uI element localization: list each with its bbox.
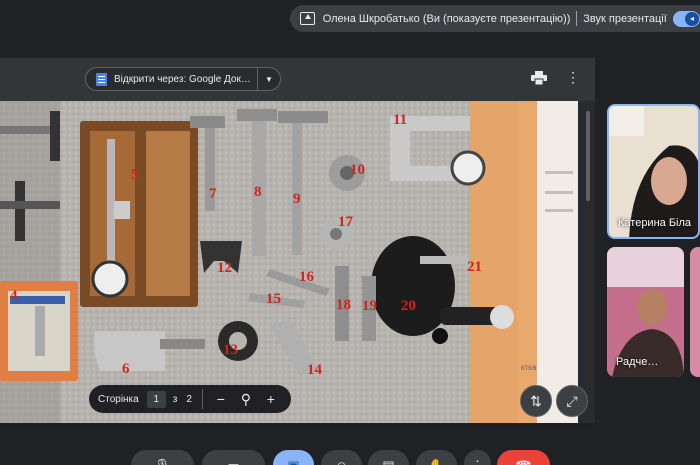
photo-label: 4 xyxy=(10,288,18,304)
presentation-audio-toggle[interactable]: ◂ xyxy=(672,10,700,27)
banner-divider xyxy=(576,11,578,26)
document-toolbar: Відкрити через: Google Док… ▼ ⋮ xyxy=(0,58,595,101)
presentation-audio-label: Звук презентації xyxy=(583,12,667,25)
hand-icon: ✋ xyxy=(428,458,444,465)
participant-name: Катерина Біла xyxy=(618,217,692,229)
more-vert-icon: ⋮ xyxy=(471,458,484,465)
emoji-icon: ☺ xyxy=(335,458,348,465)
total-pages: 2 xyxy=(186,393,192,405)
presentation-stage: Відкрити через: Google Док… ▼ ⋮ 5 7 8 9 … xyxy=(0,58,595,425)
photo-label: 5 xyxy=(131,167,139,183)
present-screen-icon xyxy=(300,12,315,25)
side-document-panel: ктка xyxy=(517,101,595,423)
side-document-preview: ктка xyxy=(517,101,578,423)
page-label: Сторінка xyxy=(98,393,139,405)
audio-icon: ◂ xyxy=(685,11,699,26)
end-call-button[interactable]: ☎ xyxy=(497,450,550,465)
pager-divider xyxy=(201,389,203,409)
print-icon[interactable] xyxy=(531,71,547,85)
participant-name: Радче… xyxy=(616,356,659,368)
presentation-banner: Олена Шкробатько (Ви (показуєте презента… xyxy=(290,5,700,32)
google-docs-icon xyxy=(96,72,107,86)
mic-icon: 🎙 xyxy=(154,458,171,465)
photo-label: 10 xyxy=(350,162,365,178)
open-with-label: Відкрити через: Google Док… xyxy=(114,73,251,85)
photo-label: 12 xyxy=(217,260,232,276)
chevron-down-icon[interactable]: ▼ xyxy=(258,75,280,84)
zoom-search-icon[interactable]: ⚲ xyxy=(239,391,253,408)
side-notes-label: ктка xyxy=(521,363,537,372)
photo-label: 16 xyxy=(299,269,315,285)
participant-tile[interactable]: Катерина Біла xyxy=(607,104,700,239)
page-navigator: Сторінка 1 з 2 − ⚲ + xyxy=(89,385,291,413)
photo-label: 17 xyxy=(338,214,354,230)
open-with-button[interactable]: Відкрити через: Google Док… ▼ xyxy=(85,67,281,91)
photo-label: 20 xyxy=(401,298,416,314)
side-doc-line xyxy=(545,171,573,174)
captions-icon: ▤ xyxy=(382,458,394,465)
participant-tile-partial[interactable] xyxy=(690,247,700,377)
present-button[interactable]: ▣ xyxy=(273,450,314,465)
photo-label: 21 xyxy=(467,259,482,275)
swap-layout-button[interactable]: ⇅ xyxy=(520,385,552,417)
photo-label: 19 xyxy=(362,298,377,314)
fullscreen-button[interactable]: ⤢ xyxy=(556,385,588,417)
captions-button[interactable]: ▤ xyxy=(368,450,409,465)
zoom-out-button[interactable]: − xyxy=(214,391,228,407)
expand-icon: ⤢ xyxy=(566,392,578,409)
swap-vertical-icon: ⇅ xyxy=(530,392,542,409)
side-doc-strip xyxy=(517,101,537,423)
more-vert-icon[interactable]: ⋮ xyxy=(566,70,580,84)
photo-label: 14 xyxy=(307,362,323,378)
current-page-input[interactable]: 1 xyxy=(146,390,166,408)
camera-button[interactable]: ▭ xyxy=(202,450,265,465)
photo-label: 9 xyxy=(293,191,301,207)
photo-label: 15 xyxy=(266,291,281,307)
photo-label: 8 xyxy=(254,184,262,200)
side-doc-line xyxy=(545,209,573,212)
more-options-button[interactable]: ⋮ xyxy=(464,450,491,465)
photo-label: 18 xyxy=(336,297,351,313)
hang-up-icon: ☎ xyxy=(515,458,531,465)
photo-label: 11 xyxy=(393,112,407,128)
microphone-button[interactable]: 🎙 xyxy=(131,450,194,465)
photo-label: 7 xyxy=(209,186,217,202)
participant-tile[interactable]: Радче… xyxy=(607,247,684,377)
scrollbar[interactable] xyxy=(586,111,590,201)
photo-label: 6 xyxy=(122,361,130,377)
camera-icon: ▭ xyxy=(227,458,239,465)
presenter-text: Олена Шкробатько (Ви (показуєте презента… xyxy=(322,12,571,25)
raise-hand-button[interactable]: ✋ xyxy=(416,450,457,465)
zoom-in-button[interactable]: + xyxy=(264,391,278,407)
reactions-button[interactable]: ☺ xyxy=(321,450,362,465)
present-screen-icon: ▣ xyxy=(287,458,299,465)
document-photo: 5 7 8 9 10 11 17 12 16 21 15 18 19 20 6 … xyxy=(0,101,517,423)
page-of-label: з xyxy=(172,393,178,405)
side-doc-line xyxy=(545,191,573,194)
photo-label: 13 xyxy=(223,342,238,358)
